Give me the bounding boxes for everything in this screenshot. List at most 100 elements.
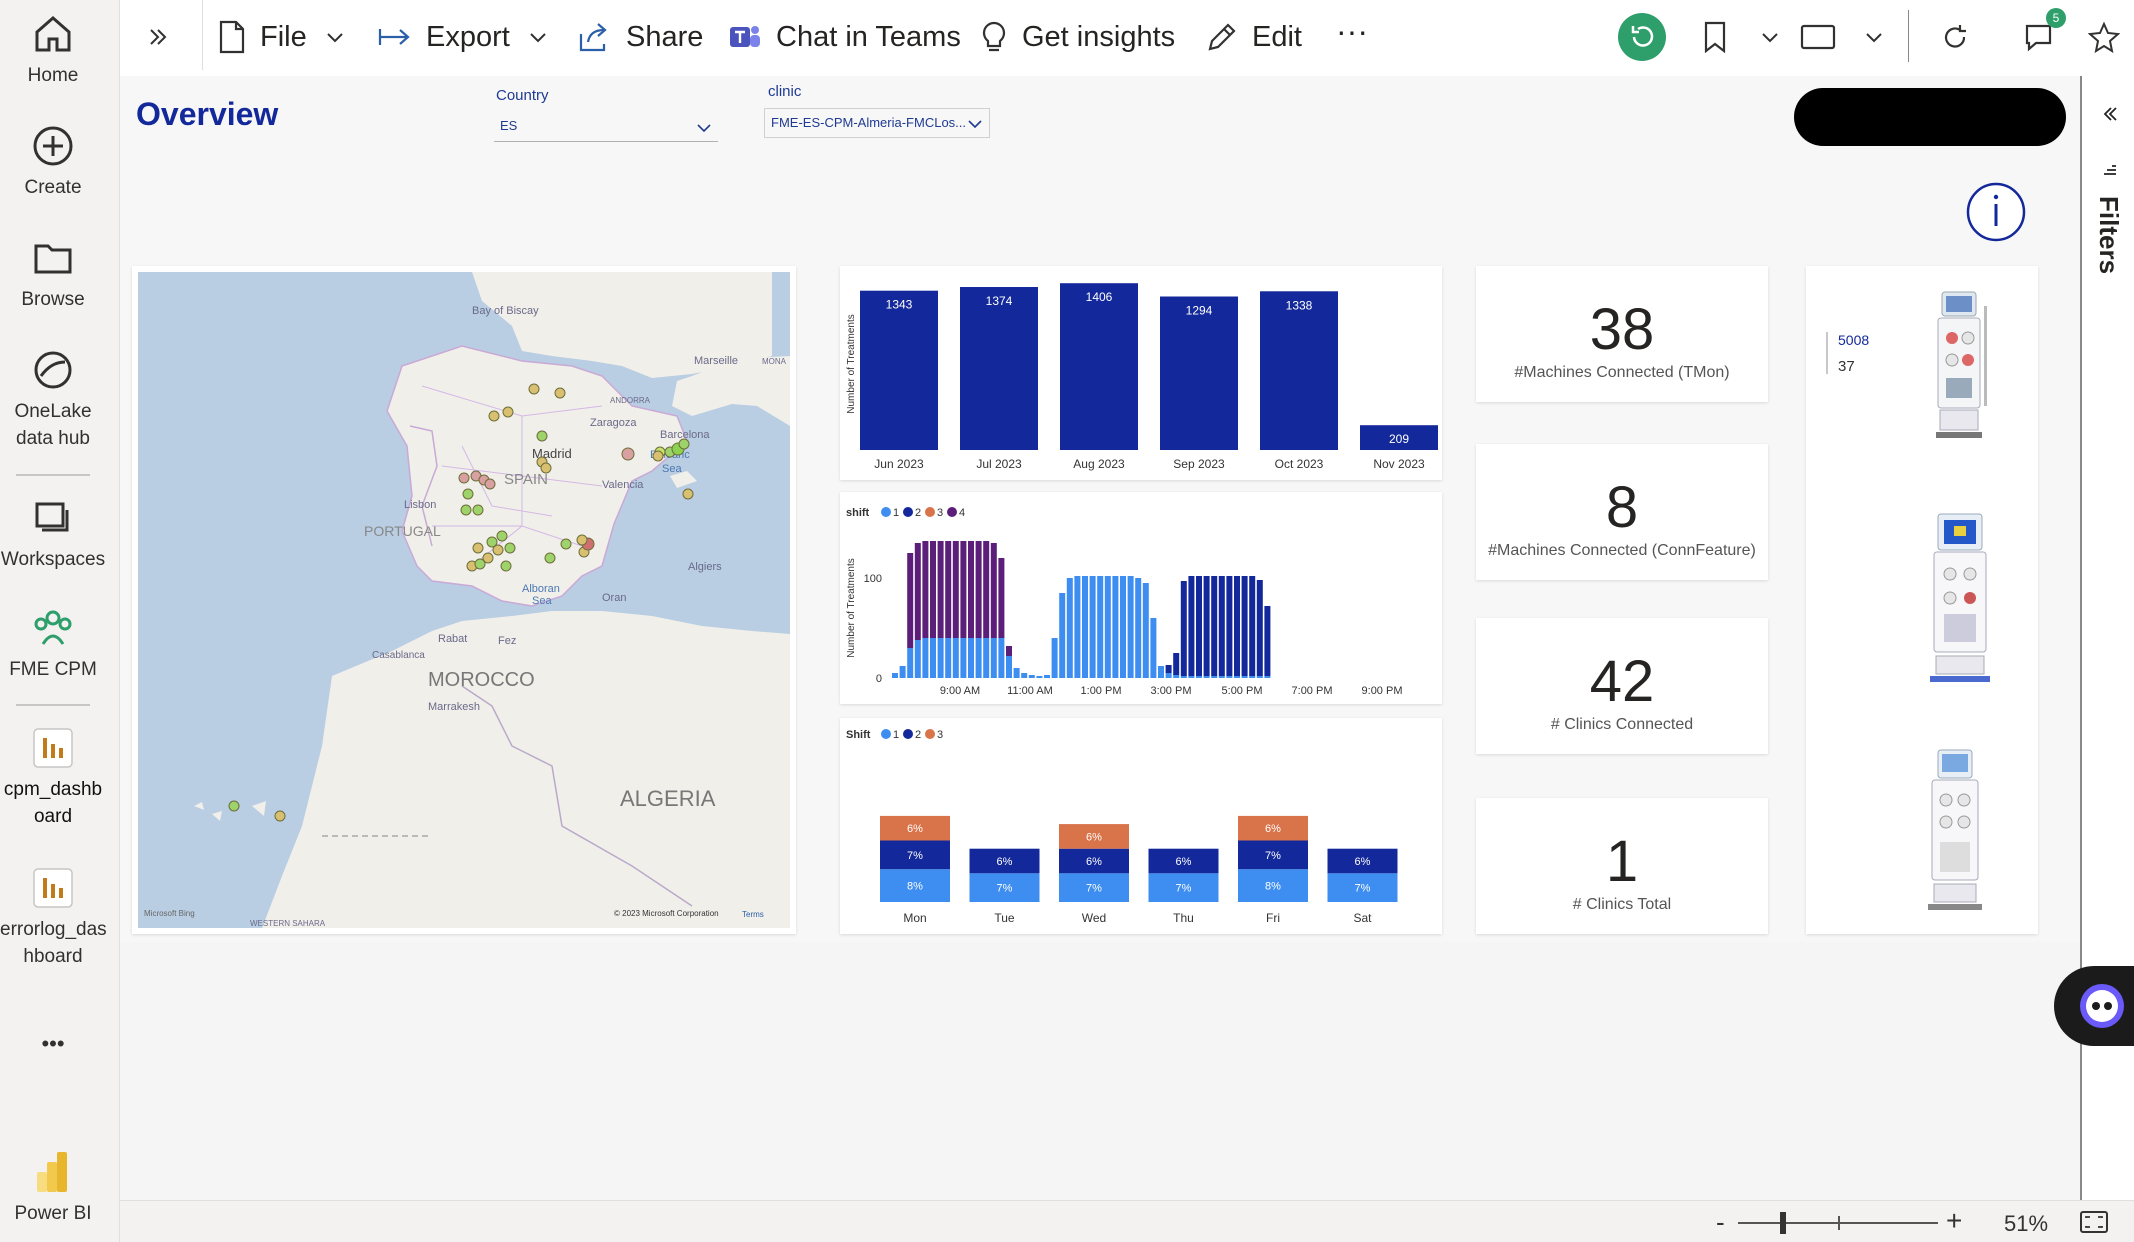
bar-data-label: 7% — [1176, 883, 1192, 895]
bar-segment — [1196, 676, 1202, 678]
nav-create[interactable]: Create — [0, 124, 106, 201]
bar-segment — [922, 541, 929, 638]
map-label: ANDORRA — [610, 396, 651, 405]
map-visual[interactable]: Bay of Biscay Marseille MONA ANDORRA Zar… — [132, 266, 796, 934]
plus-circle-icon — [33, 126, 73, 166]
chevron-down-icon — [697, 124, 711, 133]
bar-segment — [1051, 638, 1058, 678]
refresh-button[interactable] — [1940, 14, 1984, 60]
bar-segment — [1013, 668, 1020, 678]
chevron-down-icon — [327, 33, 343, 43]
bookmark-menu[interactable] — [1702, 14, 1794, 60]
y-tick-label: 0 — [876, 673, 882, 685]
bar-data-label: 7% — [1086, 883, 1102, 895]
zoom-slider[interactable] — [1738, 1212, 1938, 1234]
dialysis-machine-image — [1928, 749, 1982, 910]
nav-cpm-dashboard-label-2: oard — [33, 806, 73, 827]
bar-segment — [922, 638, 929, 678]
x-tick-label: Sat — [1353, 911, 1372, 925]
zoom-in-button[interactable]: + — [1946, 1205, 1962, 1237]
bar-segment — [1188, 576, 1195, 676]
kpi-card-clinics-connected[interactable]: 42 # Clinics Connected — [1476, 618, 1768, 754]
machines-card[interactable]: 5008 37 — [1806, 266, 2038, 934]
legend-label: 2 — [915, 507, 921, 519]
nav-more[interactable]: ••• — [0, 1030, 106, 1057]
kpi-card-tmon[interactable]: 38 #Machines Connected (TMon) — [1476, 266, 1768, 402]
status-bar: - + 51% — [120, 1200, 2134, 1242]
x-tick-label: Oct 2023 — [1275, 457, 1324, 471]
nav-workspaces[interactable]: Workspaces — [0, 496, 106, 573]
zoom-slider-thumb[interactable] — [1780, 1212, 1786, 1234]
edit-button[interactable]: Edit — [1206, 14, 1302, 60]
toolbar-divider — [202, 0, 203, 70]
fit-to-page-icon[interactable] — [2078, 1209, 2110, 1235]
share-label: Share — [626, 20, 704, 53]
nav-browse[interactable]: Browse — [0, 236, 106, 313]
nav-home[interactable]: Home — [0, 12, 106, 89]
nav-onelake[interactable]: OneLake data hub — [0, 348, 106, 452]
people-icon — [34, 610, 72, 645]
bar-segment — [952, 638, 959, 678]
kpi-value: 38 — [1589, 297, 1655, 362]
clinic-slicer-label: clinic — [768, 83, 802, 100]
collapse-filters-icon[interactable] — [2100, 104, 2120, 124]
chat-label: Chat in Teams — [776, 20, 961, 53]
filter-icon — [2104, 165, 2116, 175]
kpi-label: #Machines Connected (ConnFeature) — [1488, 542, 1756, 559]
nav-fme-cpm[interactable]: FME CPM — [0, 606, 106, 683]
monthly-treatments-svg: Number of Treatments 1343 Jun 2023 1374 Jul … — [846, 283, 1438, 471]
kpi-card-clinics-total[interactable]: 1 # Clinics Total — [1476, 798, 1768, 934]
lightbulb-icon — [982, 21, 1006, 52]
copilot-button[interactable] — [2054, 966, 2134, 1046]
file-label: File — [260, 20, 307, 53]
map-terms-link: Terms — [742, 910, 764, 919]
bar-data-label: 6% — [1086, 856, 1102, 868]
x-tick-label: 5:00 PM — [1222, 685, 1263, 697]
nav-powerbi[interactable]: Power BI — [0, 1150, 106, 1227]
hourly-treatments-chart[interactable]: shift 1 2 3 4 Number of Treatments 0 100 9:00 AM… — [840, 492, 1442, 704]
bar-segment — [937, 541, 944, 638]
file-menu[interactable]: File — [218, 14, 359, 60]
share-button[interactable]: Share — [578, 14, 703, 60]
expand-nav-button[interactable] — [146, 14, 184, 60]
legend-marker — [881, 729, 891, 739]
file-icon — [219, 20, 245, 54]
kpi-value: 8 — [1605, 475, 1639, 540]
onelake-icon — [34, 351, 72, 389]
page-title: Overview — [136, 96, 279, 132]
chat-in-teams-button[interactable]: Chat in Teams — [728, 14, 961, 60]
bar-segment — [1211, 576, 1218, 676]
nav-cpm-dashboard[interactable]: cpm_dashb oard — [0, 726, 106, 830]
x-tick-label: Jul 2023 — [976, 457, 1022, 471]
view-menu[interactable] — [1800, 14, 1898, 60]
get-insights-button[interactable]: Get insights — [980, 14, 1175, 60]
favorite-button[interactable] — [2088, 14, 2134, 60]
report-icon — [33, 868, 73, 908]
x-tick-label: Sep 2023 — [1173, 457, 1225, 471]
nav-cpm-dashboard-label-1: cpm_dashb — [3, 779, 103, 800]
comments-button[interactable]: 5 — [2024, 8, 2072, 60]
reset-button[interactable] — [1618, 13, 1680, 61]
weekday-shift-chart[interactable]: Shift 1 2 3 8% 7% 6% Mon 7% 6% Tue 7% 6% 6% Wed 7% 6% Thu… — [840, 718, 1442, 934]
kpi-card-connfeature[interactable]: 8 #Machines Connected (ConnFeature) — [1476, 444, 1768, 580]
map-label: Fez — [498, 635, 516, 647]
bar-segment — [907, 648, 914, 678]
info-button[interactable] — [1966, 182, 2026, 247]
export-menu[interactable]: Export — [378, 14, 562, 60]
x-tick-label: 9:00 AM — [940, 685, 980, 697]
bar-data-label: 7% — [997, 883, 1013, 895]
view-icon — [1800, 24, 1836, 50]
bar-segment — [1196, 576, 1202, 676]
zoom-out-button[interactable]: - — [1716, 1207, 1725, 1238]
bar-data-label: 6% — [1176, 856, 1192, 868]
weekday-shift-svg: Shift 1 2 3 8% 7% 6% Mon 7% 6% Tue 7% 6% 6% Wed 7% 6% Thu… — [846, 729, 1398, 925]
clinic-slicer[interactable]: FME-ES-CPM-Almeria-FMCLos... — [764, 108, 990, 138]
monthly-treatments-chart[interactable]: Number of Treatments 1343 Jun 2023 1374 Jul … — [840, 266, 1442, 480]
more-options-button[interactable]: ··· — [1336, 8, 1368, 54]
bar-segment — [930, 541, 936, 638]
bar-data-label: 6% — [907, 823, 923, 835]
nav-errorlog-dashboard[interactable]: errorlog_das hboard — [0, 866, 107, 970]
country-slicer[interactable]: ES — [494, 112, 718, 142]
bar-segment — [930, 638, 936, 678]
toolbar: File Export Share Chat in Teams Get insi… — [120, 0, 2134, 76]
